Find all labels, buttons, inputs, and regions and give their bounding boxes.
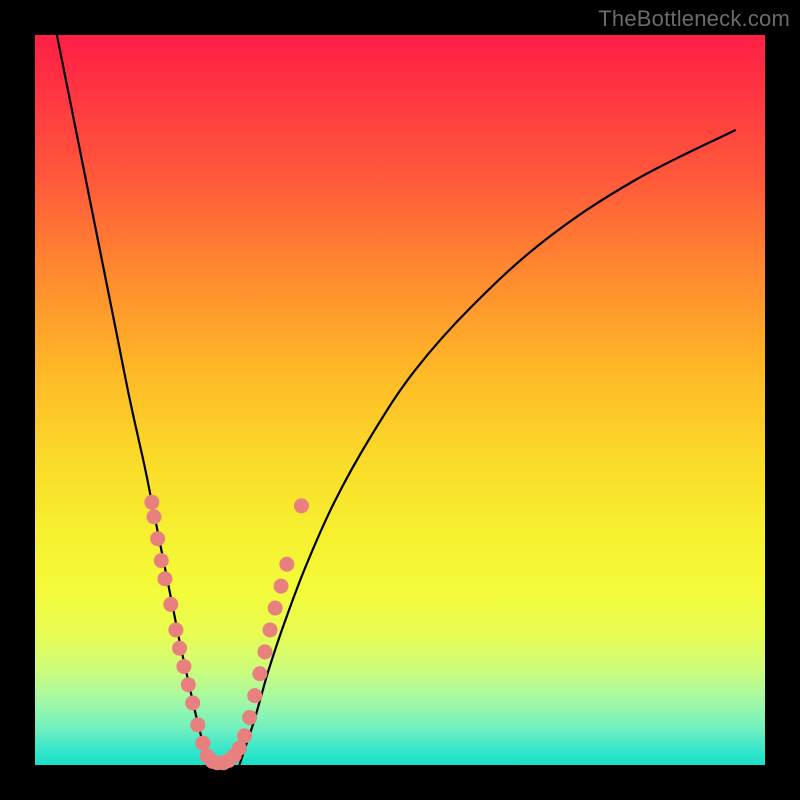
data-dot [279,557,294,572]
data-dot [163,597,178,612]
data-dot [263,622,278,637]
data-dot [257,644,272,659]
data-dot [176,659,191,674]
data-dot [242,710,257,725]
data-dot [195,736,210,751]
data-dots [144,495,309,771]
data-dot [252,666,267,681]
data-dot [172,641,187,656]
data-dot [185,695,200,710]
data-dot [247,688,262,703]
data-dot [146,509,161,524]
data-dot [237,728,252,743]
data-dot [144,495,159,510]
data-dot [150,531,165,546]
watermark-label: TheBottleneck.com [598,6,790,32]
left-curve [57,35,209,765]
data-dot [268,601,283,616]
right-curve [239,130,735,765]
chart-svg [35,35,765,765]
data-dot [157,571,172,586]
data-dot [294,498,309,513]
data-dot [168,622,183,637]
data-dot [190,717,205,732]
chart-frame: TheBottleneck.com [0,0,800,800]
data-dot [181,677,196,692]
plot-area [35,35,765,765]
data-dot [274,579,289,594]
data-dot [154,553,169,568]
